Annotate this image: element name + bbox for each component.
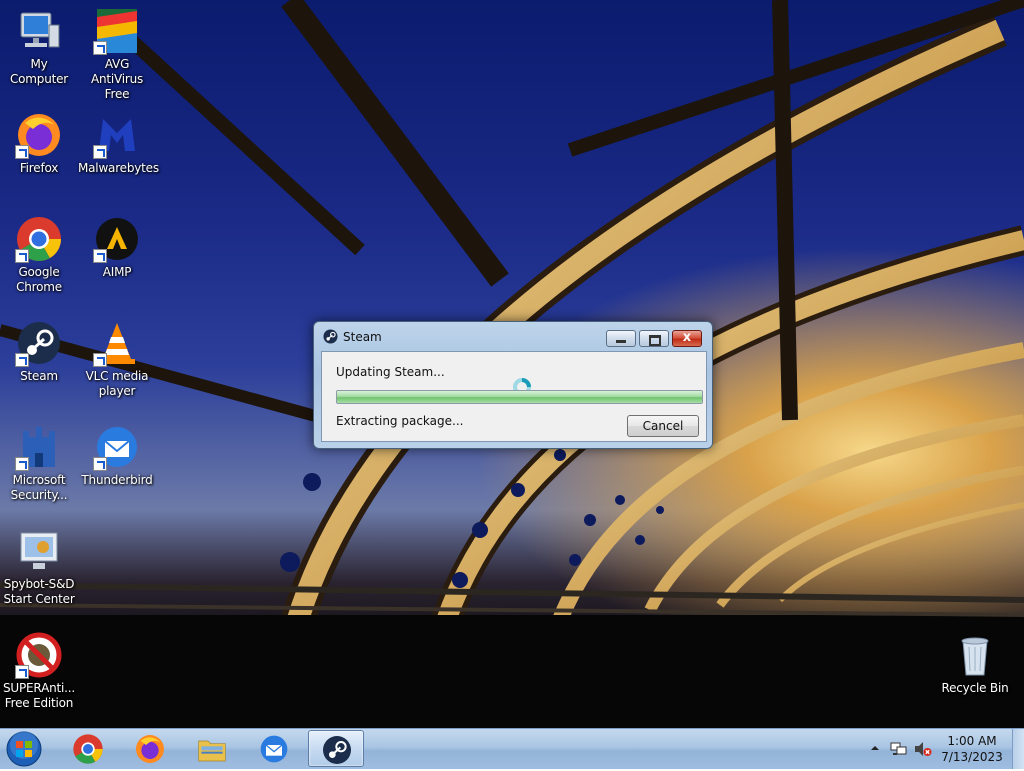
desktop-icon-malwarebytes[interactable]: Malwarebytes (78, 111, 159, 176)
desktop-icon-label: AVG AntiVirus Free (90, 57, 144, 101)
close-icon: x (682, 330, 692, 345)
minimize-button[interactable] (606, 330, 636, 347)
steam-icon (323, 329, 338, 344)
cancel-button[interactable]: Cancel (627, 415, 699, 437)
desktop-icon-label: Google Chrome (16, 265, 62, 294)
shortcut-arrow-icon (93, 249, 107, 263)
windows-logo-icon (6, 731, 42, 767)
chrome-icon (15, 215, 63, 263)
network-icon[interactable] (890, 741, 908, 757)
desktop-icon-avg[interactable]: AVG AntiVirus Free (78, 7, 156, 102)
chrome-icon (73, 734, 103, 764)
vlc-icon (93, 319, 141, 367)
thunderbird-icon (260, 735, 288, 763)
desktop-icon-aimp[interactable]: AIMP (78, 215, 156, 280)
steam-icon (15, 319, 63, 367)
spybot-icon (15, 527, 63, 575)
dialog-title: Steam (343, 330, 382, 344)
shortcut-arrow-icon (15, 249, 29, 263)
desktop-icon-my-computer[interactable]: My Computer (0, 7, 78, 87)
desktop-icon-label: Malwarebytes (78, 161, 159, 175)
desktop-icon-thunderbird[interactable]: Thunderbird (78, 423, 156, 488)
taskbar-explorer-button[interactable] (184, 730, 240, 767)
steam-update-dialog: Steam x Updating Steam... Extracting pac… (313, 321, 713, 449)
update-status-text: Updating Steam... (336, 365, 445, 379)
dialog-titlebar[interactable]: Steam x (314, 322, 712, 350)
progress-fill (337, 391, 702, 403)
desktop-icon-label: Firefox (19, 161, 59, 175)
desktop-icon-label: My Computer (9, 57, 69, 86)
taskbar-firefox-button[interactable] (122, 730, 178, 767)
shortcut-arrow-icon (15, 353, 29, 367)
firefox-icon (136, 735, 164, 763)
desktop-icon-label: Steam (20, 369, 58, 383)
desktop-icon-label: Microsoft Security... (10, 473, 68, 502)
update-progress-bar (336, 390, 703, 404)
start-button[interactable] (4, 730, 44, 768)
microsoft-security-icon (15, 423, 63, 471)
superantispyware-icon (15, 631, 63, 679)
extract-status-text: Extracting package... (336, 414, 464, 428)
clock-time[interactable]: 1:00 AM (938, 734, 1006, 748)
clock-date[interactable]: 7/13/2023 (938, 750, 1006, 764)
shortcut-arrow-icon (93, 353, 107, 367)
thunderbird-icon (93, 423, 141, 471)
shortcut-arrow-icon (93, 457, 107, 471)
desktop-icon-chrome[interactable]: Google Chrome (0, 215, 78, 295)
shortcut-arrow-icon (93, 41, 107, 55)
taskbar-steam-button[interactable] (308, 730, 364, 767)
desktop-icon-label: SUPERAnti... Free Edition (3, 681, 75, 710)
malwarebytes-icon (93, 111, 141, 159)
desktop-icon-spybot[interactable]: Spybot-S&D Start Center (0, 527, 78, 607)
shortcut-arrow-icon (15, 457, 29, 471)
firefox-icon (15, 111, 63, 159)
close-button[interactable]: x (672, 330, 702, 347)
show-hidden-icons-icon[interactable] (870, 743, 880, 753)
show-desktop-button[interactable] (1012, 729, 1024, 769)
desktop-icon-steam[interactable]: Steam (0, 319, 78, 384)
dialog-body: Updating Steam... Extracting package... … (321, 351, 707, 442)
shortcut-arrow-icon (15, 145, 29, 159)
desktop: My Computer AVG AntiVirus Free Firefox M… (0, 0, 1024, 728)
computer-icon (15, 7, 63, 55)
desktop-icon-superantispyware[interactable]: SUPERAnti... Free Edition (0, 631, 78, 711)
taskbar-thunderbird-button[interactable] (246, 730, 302, 767)
desktop-icon-label: Thunderbird (81, 473, 153, 487)
volume-muted-icon[interactable] (914, 741, 932, 757)
steam-icon (323, 736, 351, 764)
maximize-button[interactable] (639, 330, 669, 347)
shortcut-arrow-icon (93, 145, 107, 159)
taskbar-chrome-button[interactable] (60, 730, 116, 767)
shortcut-arrow-icon (15, 665, 29, 679)
desktop-icon-label: VLC media player (85, 369, 149, 398)
aimp-icon (93, 215, 141, 263)
desktop-icon-microsoft-security[interactable]: Microsoft Security... (0, 423, 78, 503)
desktop-icon-label: Spybot-S&D Start Center (3, 577, 75, 606)
taskbar: 1:00 AM 7/13/2023 (0, 728, 1024, 769)
recycle-bin-icon (951, 631, 999, 679)
avg-icon (93, 7, 141, 55)
desktop-icon-firefox[interactable]: Firefox (0, 111, 78, 176)
desktop-icon-label: Recycle Bin (941, 681, 1009, 695)
folder-icon (198, 740, 226, 762)
desktop-icon-vlc[interactable]: VLC media player (78, 319, 156, 399)
desktop-icon-label: AIMP (102, 265, 132, 279)
desktop-icon-recycle-bin[interactable]: Recycle Bin (936, 631, 1014, 696)
